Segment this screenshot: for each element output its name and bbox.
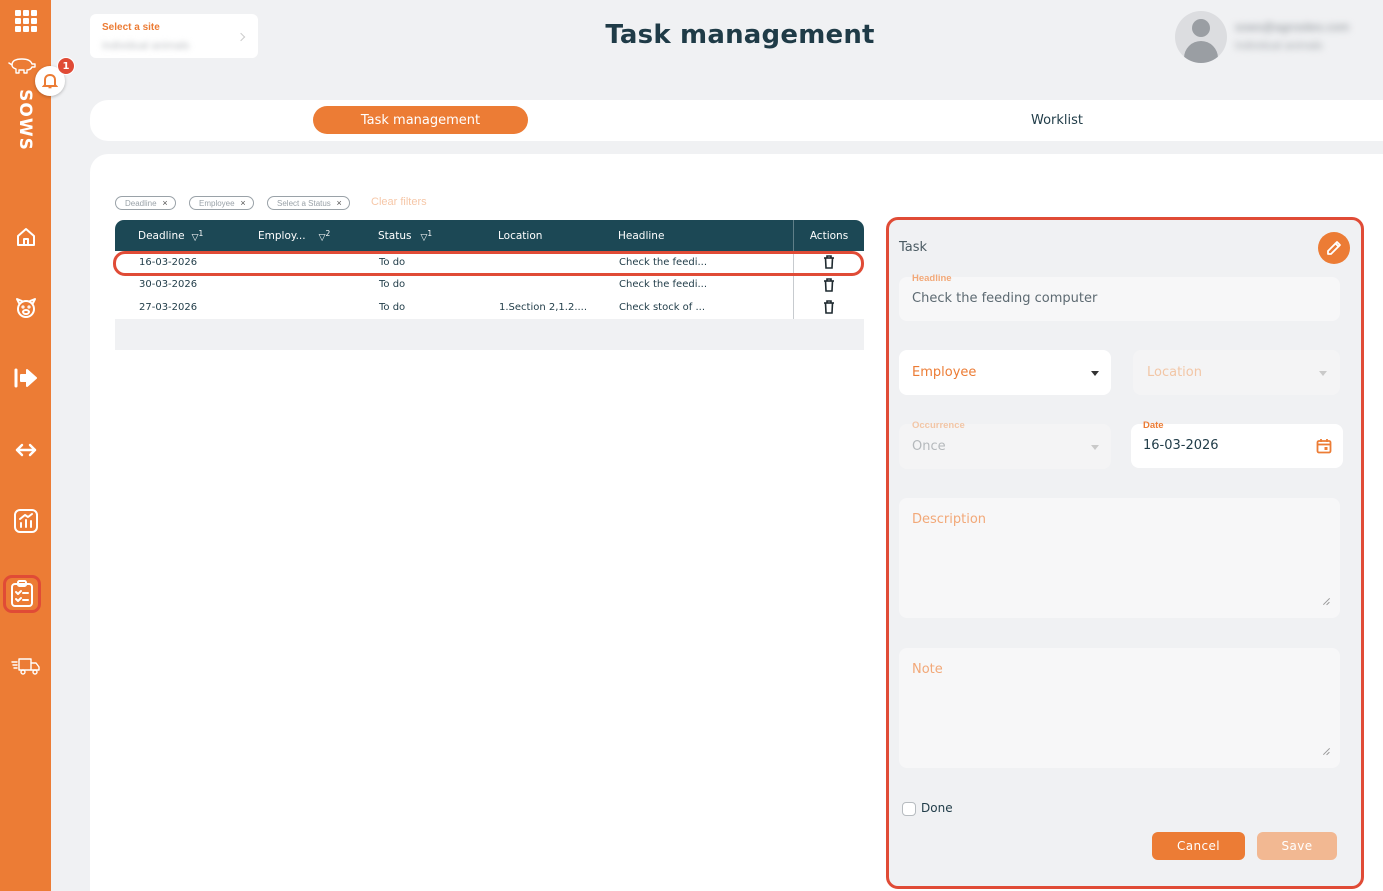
done-checkbox[interactable]: [902, 802, 916, 816]
filter-chip-deadline[interactable]: Deadline ×: [115, 196, 176, 210]
filter-chip-employee[interactable]: Employee ×: [189, 196, 254, 210]
delete-row-action: [793, 251, 864, 274]
column-header-status[interactable]: Status ▽1: [378, 220, 432, 251]
tab-bar: [90, 100, 1383, 141]
cell-headline: Check the feedi...: [619, 256, 708, 268]
pencil-icon: [1327, 241, 1341, 255]
cell-status: To do: [379, 301, 406, 313]
column-header-headline[interactable]: Headline: [618, 220, 664, 251]
brand-logo: SOWS: [10, 89, 40, 151]
piglet-icon[interactable]: [0, 295, 51, 321]
description-textarea[interactable]: Description: [899, 498, 1340, 618]
date-label: Date: [1143, 420, 1164, 431]
task-panel-title: Task: [899, 240, 928, 255]
site-select[interactable]: Select a site Individual animals: [90, 14, 258, 58]
save-button[interactable]: Save: [1257, 832, 1337, 860]
cell-deadline: 16-03-2026: [139, 256, 198, 268]
cell-deadline: 27-03-2026: [139, 301, 198, 313]
occurrence-label: Occurrence: [912, 420, 965, 431]
notification-badge: 1: [57, 57, 75, 75]
occurrence-value: Once: [912, 439, 946, 454]
delete-row-action: [793, 296, 864, 319]
close-icon[interactable]: ×: [162, 198, 167, 208]
home-icon[interactable]: [0, 226, 51, 248]
table-row[interactable]: 16-03-2026 To do Check the feedi...: [115, 251, 864, 274]
chevron-down-icon: [1091, 371, 1099, 376]
site-select-value: Individual animals: [102, 40, 190, 52]
done-label[interactable]: Done: [921, 801, 953, 815]
employee-placeholder: Employee: [912, 365, 977, 380]
close-icon[interactable]: ×: [337, 198, 342, 208]
filter-sort-icon[interactable]: ▽1: [420, 229, 432, 243]
filter-chip-label: Employee: [199, 198, 235, 208]
sidebar: SOWS: [0, 0, 51, 891]
close-icon[interactable]: ×: [240, 198, 245, 208]
tab-worklist[interactable]: Worklist: [957, 106, 1157, 134]
site-select-label: Select a site: [102, 22, 160, 33]
analytics-icon[interactable]: [0, 508, 51, 534]
table-row[interactable]: 30-03-2026 To do Check the feedi...: [115, 273, 864, 296]
resize-handle-icon[interactable]: [1322, 598, 1330, 606]
date-field[interactable]: Date 16-03-2026: [1131, 420, 1343, 468]
cancel-button[interactable]: Cancel: [1152, 832, 1245, 860]
description-placeholder: Description: [912, 512, 987, 527]
employee-select[interactable]: Employee: [899, 350, 1111, 395]
user-subtitle: Individual animals: [1235, 40, 1323, 52]
apps-grid-icon[interactable]: [0, 9, 51, 33]
brand-text: SOWS: [15, 89, 36, 151]
tab-task-management[interactable]: Task management: [313, 106, 528, 134]
column-header-employee[interactable]: Employ... ▽2: [258, 220, 330, 251]
delivery-truck-icon[interactable]: [0, 655, 51, 677]
transfer-icon[interactable]: [0, 439, 51, 461]
user-email: sows@agrosites.com: [1235, 20, 1350, 34]
resize-handle-icon[interactable]: [1322, 748, 1330, 756]
move-in-icon[interactable]: [0, 367, 51, 389]
chevron-right-icon: [236, 32, 246, 42]
headline-field[interactable]: Headline Check the feeding computer: [899, 273, 1340, 321]
trash-icon[interactable]: [823, 255, 835, 270]
headline-value: Check the feeding computer: [912, 291, 1098, 306]
column-header-actions: Actions: [793, 220, 864, 251]
cell-status: To do: [379, 256, 406, 268]
cell-deadline: 30-03-2026: [139, 279, 198, 291]
location-select[interactable]: Location: [1133, 350, 1340, 395]
filter-sort-icon[interactable]: ▽1: [192, 229, 204, 243]
cell-status: To do: [379, 279, 406, 291]
cell-headline: Check the feedi...: [619, 279, 708, 291]
column-header-location[interactable]: Location: [498, 220, 542, 251]
filter-chip-label: Deadline: [125, 198, 157, 208]
delete-row-action: [793, 273, 864, 296]
trash-icon[interactable]: [823, 277, 835, 292]
cell-headline: Check stock of ...: [619, 301, 706, 313]
trash-icon[interactable]: [823, 300, 835, 315]
occurrence-select[interactable]: Occurrence Once: [899, 420, 1111, 469]
table-footer: [115, 318, 864, 350]
cell-location: 1.Section 2,1.2....: [499, 301, 588, 313]
table-header: Deadline ▽1 Employ... ▽2 Status ▽1 Location…: [115, 220, 864, 251]
tasks-icon[interactable]: [0, 580, 47, 608]
calendar-icon[interactable]: [1316, 438, 1332, 454]
chevron-down-icon: [1319, 371, 1327, 376]
date-value: 16-03-2026: [1143, 438, 1219, 453]
avatar[interactable]: [1175, 11, 1227, 63]
tasks-table: Deadline ▽1 Employ... ▽2 Status ▽1 Location…: [115, 220, 864, 350]
filter-sort-icon[interactable]: ▽2: [319, 229, 331, 243]
location-placeholder: Location: [1147, 365, 1202, 380]
clear-filters-link[interactable]: Clear filters: [371, 196, 427, 208]
chevron-down-icon: [1091, 445, 1099, 450]
note-placeholder: Note: [912, 662, 943, 677]
edit-button[interactable]: [1318, 232, 1350, 264]
filter-chip-status[interactable]: Select a Status ×: [267, 196, 350, 210]
headline-label: Headline: [912, 273, 952, 284]
page-title: Task management: [605, 20, 875, 50]
note-textarea[interactable]: Note: [899, 648, 1340, 768]
table-row[interactable]: 27-03-2026 To do 1.Section 2,1.2.... Che…: [115, 296, 864, 319]
column-header-deadline[interactable]: Deadline ▽1: [138, 220, 203, 251]
filter-chip-label: Select a Status: [277, 198, 331, 208]
